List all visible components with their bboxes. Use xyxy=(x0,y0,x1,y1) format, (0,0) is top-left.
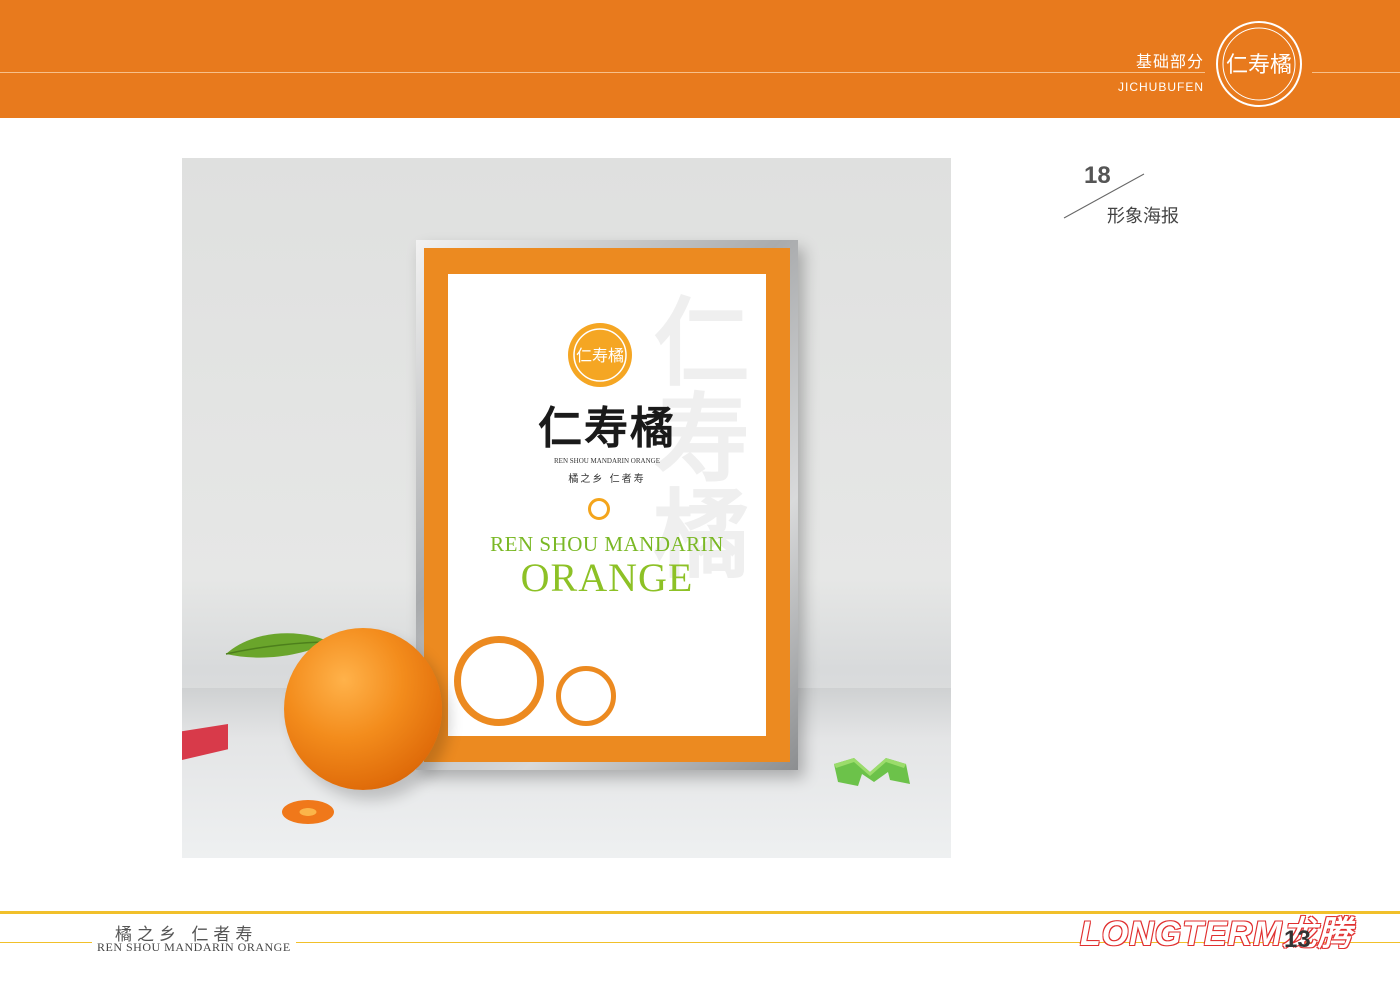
footer-divider-left xyxy=(0,942,92,943)
footer-brand-logo: LONGTERM龙腾 xyxy=(1080,915,1353,953)
poster-orange-border: 仁寿橘 仁寿橘 仁寿橘 REN SHOU MANDARIN ORANGE 橘之乡… xyxy=(424,248,790,762)
header-divider-left xyxy=(0,72,1205,73)
page-section-title: 形象海报 xyxy=(1107,206,1179,227)
svg-text:仁寿橘: 仁寿橘 xyxy=(576,346,624,365)
footer-slogan-en: REN SHOU MANDARIN ORANGE xyxy=(97,940,291,954)
poster-brand-en: REN SHOU MANDARIN ORANGE xyxy=(554,457,660,465)
ren-shou-ju-seal-logo-icon: 仁寿橘 xyxy=(1216,21,1302,107)
orange-fruit xyxy=(284,628,442,790)
poster-mockup-photo: 仁寿橘 仁寿橘 仁寿橘 REN SHOU MANDARIN ORANGE 橘之乡… xyxy=(182,158,951,858)
orange-ring-prop xyxy=(282,800,334,824)
poster-slogan: 橘之乡 仁者寿 xyxy=(568,474,646,485)
poster-headline-line2: ORANGE xyxy=(520,555,694,600)
svg-text:仁寿橘: 仁寿橘 xyxy=(1226,53,1292,78)
header-divider-right xyxy=(1312,72,1400,73)
poster-seal-logo-icon: 仁寿橘 xyxy=(568,323,632,387)
poster-ring-ornament xyxy=(588,498,610,520)
poster-brand-cn: 仁寿橘 xyxy=(538,403,676,454)
green-letter-m-prop xyxy=(834,758,910,786)
poster-orange-slice-large xyxy=(454,636,544,726)
section-title-en: JICHUBUFEN xyxy=(1117,80,1204,94)
footer-page-number: 13 xyxy=(1284,926,1311,953)
poster-canvas: 仁寿橘 仁寿橘 仁寿橘 REN SHOU MANDARIN ORANGE 橘之乡… xyxy=(448,274,766,736)
poster-frame: 仁寿橘 仁寿橘 仁寿橘 REN SHOU MANDARIN ORANGE 橘之乡… xyxy=(416,240,798,770)
section-title-cn: 基础部分 xyxy=(1135,52,1204,71)
header-band: 基础部分 JICHUBUFEN 仁寿橘 xyxy=(0,0,1400,118)
poster-orange-slice-small xyxy=(556,666,616,726)
